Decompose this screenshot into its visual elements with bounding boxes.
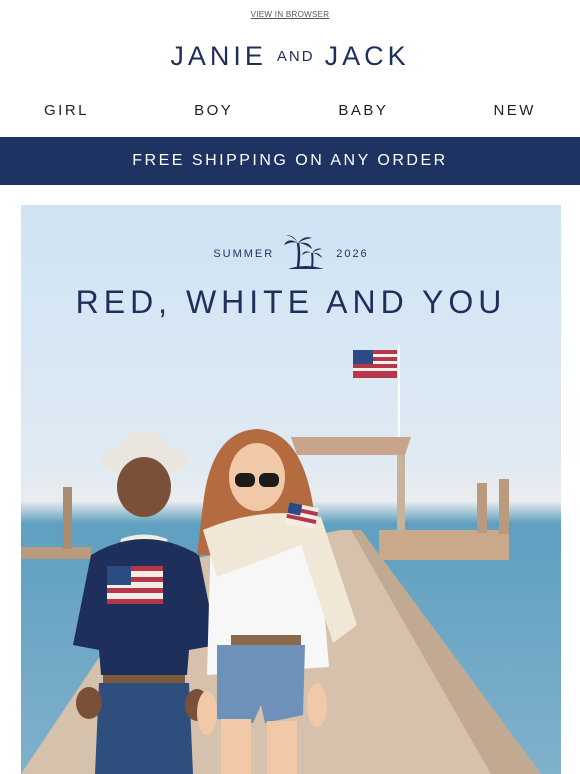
- main-nav: GIRL BOY BABY NEW: [0, 84, 580, 136]
- hero-image[interactable]: SUMMER 2026 RED, WHITE AND YOU: [21, 205, 561, 774]
- hero-text: SUMMER 2026 RED, WHITE AND YOU: [21, 235, 561, 321]
- nav-item-boy[interactable]: BOY: [194, 102, 233, 119]
- dock-post: [477, 483, 487, 533]
- dock-post: [63, 487, 72, 549]
- hero-headline: RED, WHITE AND YOU: [75, 284, 507, 320]
- season-label: SUMMER: [213, 247, 275, 260]
- palm-trees-icon: [284, 235, 326, 272]
- nav-item-new[interactable]: NEW: [493, 102, 536, 119]
- preheader: VIEW IN BROWSER: [0, 0, 580, 28]
- hut-post: [397, 455, 405, 535]
- boy-sweater-flag: [107, 566, 163, 604]
- brand-logo[interactable]: JANIE AND JACK: [0, 28, 580, 84]
- hut-roof: [291, 437, 411, 455]
- view-in-browser-link[interactable]: VIEW IN BROWSER: [251, 10, 330, 19]
- background-flag: [353, 350, 397, 378]
- brand-name-middle: AND: [276, 47, 315, 65]
- nav-item-baby[interactable]: BABY: [338, 102, 388, 119]
- nav-item-girl[interactable]: GIRL: [44, 102, 89, 119]
- season-year: 2026: [336, 247, 369, 260]
- right-dock: [379, 530, 509, 560]
- banner-text: FREE SHIPPING ON ANY ORDER: [132, 152, 448, 169]
- brand-name-left: JANIE: [170, 40, 267, 71]
- season-line: SUMMER 2026: [21, 235, 561, 272]
- left-dock: [21, 547, 91, 559]
- free-shipping-banner[interactable]: FREE SHIPPING ON ANY ORDER: [0, 137, 580, 185]
- dock-post: [499, 479, 509, 534]
- brand-name-right: JACK: [324, 40, 410, 71]
